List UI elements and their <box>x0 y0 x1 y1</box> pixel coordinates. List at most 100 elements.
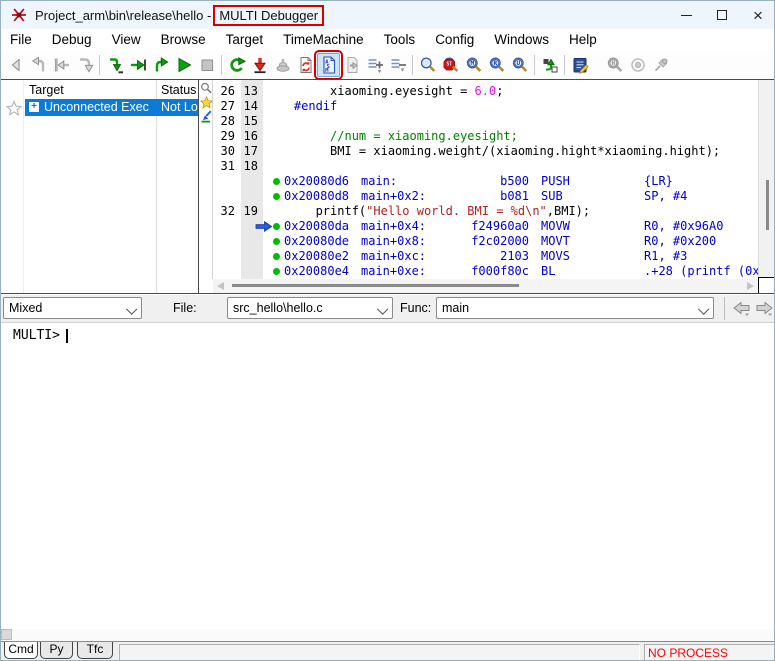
asm-address: 0x20080d8 <box>284 189 349 204</box>
asm-opcode: b081 <box>445 189 529 204</box>
go-button[interactable] <box>172 53 195 77</box>
command-console[interactable]: MULTI> <box>1 322 775 641</box>
restart-button[interactable] <box>225 53 248 77</box>
menu-windows[interactable]: Windows <box>484 29 559 51</box>
asm-line[interactable]: 0x20080e2main+0xc:2103MOVSR1, #3 <box>199 249 758 264</box>
pin-window-button <box>649 53 672 77</box>
source-line[interactable]: 2916 //num = xiaoming.eyesight; <box>199 129 758 144</box>
target-name: Unconnected Exec <box>44 100 149 114</box>
step-into-button[interactable] <box>103 53 126 77</box>
reload-program-button[interactable] <box>294 53 317 77</box>
vertical-scrollbar-thumb[interactable] <box>766 180 769 230</box>
profile-view-icon <box>629 56 647 74</box>
status-cell-process: NO PROCESS <box>644 644 775 661</box>
console-tab-cmd[interactable]: Cmd <box>4 642 38 659</box>
menu-browse[interactable]: Browse <box>151 29 216 51</box>
breakpoint-dot-icon[interactable] <box>273 178 280 185</box>
expand-blocks-button[interactable] <box>363 53 386 77</box>
asm-line[interactable]: 0x20080damain+0x4:f24960a0MOVWR0, #0x96A… <box>199 219 758 234</box>
navigate-back-button[interactable] <box>4 53 27 77</box>
asm-line[interactable]: 0x20080d6main:b500PUSH{LR} <box>199 174 758 189</box>
go-up-level-button[interactable] <box>27 53 50 77</box>
console-tab-py[interactable]: Py <box>40 642 73 659</box>
go-back-to-start-button[interactable] <box>50 53 73 77</box>
minimize-button[interactable] <box>668 1 704 29</box>
function-select[interactable]: main <box>436 297 714 319</box>
breakpoint-dot-icon[interactable] <box>273 193 280 200</box>
column-header-target[interactable]: Target <box>29 83 64 97</box>
download-button[interactable] <box>248 53 271 77</box>
window-title: Project_arm\bin\release\hello - <box>35 8 211 23</box>
asm-line[interactable]: 0x20080demain+0x8:f2c02000MOVTR0, #0x200 <box>199 234 758 249</box>
target-row[interactable]: + Unconnected Exec Not Loaded <box>1 99 198 116</box>
scrollbar-corner <box>758 277 775 293</box>
chevron-down-icon <box>126 304 137 315</box>
svg-text:M: M <box>470 60 474 67</box>
collapse-blocks-button[interactable] <box>386 53 409 77</box>
asm-opcode: f000f80c <box>445 264 529 279</box>
view-breakpoints-icon: ST <box>442 56 460 74</box>
console-scrollbar[interactable] <box>1 629 775 641</box>
edit-notes-button[interactable] <box>568 53 591 77</box>
history-forward-button[interactable] <box>754 300 775 317</box>
asm-line[interactable]: 0x20080e4main+0xe:f000f80cBL.+28 (printf… <box>199 264 758 279</box>
asm-label: main+0xe: <box>361 264 426 279</box>
asm-operands: R0, #0x200 <box>644 234 716 249</box>
view-breakpoints-button[interactable]: ST <box>439 53 462 77</box>
minimize-icon <box>681 15 692 16</box>
source-line[interactable]: 2714 #endif <box>199 99 758 114</box>
breakpoint-dot-icon[interactable] <box>273 223 280 230</box>
file-select[interactable]: src_hello\hello.c <box>227 297 393 319</box>
close-button[interactable]: × <box>740 1 775 29</box>
horizontal-scrollbar[interactable] <box>213 279 758 293</box>
console-tab-tfc[interactable]: Tfc <box>77 642 113 659</box>
column-header-status[interactable]: Status <box>161 83 196 97</box>
asm-operands: SP, #4 <box>644 189 687 204</box>
maximize-button[interactable] <box>704 1 740 29</box>
menu-target[interactable]: Target <box>216 29 274 51</box>
source-line[interactable]: 3219 printf("Hello world. BMI = %d\n",BM… <box>199 204 758 219</box>
target-row-selection[interactable]: + Unconnected Exec Not Loaded <box>25 99 198 116</box>
menu-timemachine[interactable]: TimeMachine <box>273 29 374 51</box>
target-list-panel[interactable]: Target Status + Unconnected Exec Not Loa… <box>1 80 199 293</box>
breakpoint-dot-icon[interactable] <box>273 268 280 275</box>
menu-tools[interactable]: Tools <box>374 29 426 51</box>
breakpoint-dot-icon[interactable] <box>273 238 280 245</box>
source-line[interactable]: 2613 xiaoming.eyesight = 6.0; <box>199 84 758 99</box>
asm-mnemonic: SUB <box>541 189 563 204</box>
source-line[interactable]: 3017 BMI = xiaoming.weight/(xiaoming.hig… <box>199 144 758 159</box>
source-line[interactable]: 3118 <box>199 159 758 174</box>
menu-file[interactable]: File <box>1 29 42 51</box>
view-memory-icon: M <box>465 56 483 74</box>
status-cell-empty <box>119 644 640 661</box>
menu-debug[interactable]: Debug <box>42 29 102 51</box>
scroll-right-icon[interactable] <box>747 282 754 290</box>
scrollbar-nub[interactable] <box>1 629 12 640</box>
source-line[interactable]: 2815 <box>199 114 758 129</box>
asm-line[interactable]: 0x20080d8main+0x2:b081SUBSP, #4 <box>199 189 758 204</box>
menu-config[interactable]: Config <box>425 29 484 51</box>
switch-target-window-icon <box>541 56 559 74</box>
go-down-level-button[interactable] <box>73 53 96 77</box>
assembly-mode-button[interactable]: ASM <box>317 53 340 77</box>
toolbar-separator <box>221 55 222 75</box>
menu-view[interactable]: View <box>102 29 151 51</box>
scroll-left-icon[interactable] <box>217 282 224 290</box>
vertical-scrollbar[interactable] <box>758 80 775 279</box>
view-memory-button[interactable]: M <box>462 53 485 77</box>
command-prompt-line[interactable]: MULTI> <box>13 328 68 343</box>
breakpoint-dot-icon[interactable] <box>273 253 280 260</box>
history-back-button[interactable] <box>731 300 752 317</box>
view-browser-button[interactable] <box>416 53 439 77</box>
favorite-star-icon[interactable] <box>6 100 22 116</box>
menu-help[interactable]: Help <box>559 29 607 51</box>
switch-target-window-button[interactable] <box>538 53 561 77</box>
view-registers-button[interactable]: R <box>485 53 508 77</box>
step-over-button[interactable] <box>126 53 149 77</box>
step-out-button[interactable] <box>149 53 172 77</box>
view-mode-select[interactable]: Mixed <box>3 297 142 319</box>
view-io-button[interactable]: U <box>508 53 531 77</box>
expand-tree-icon[interactable]: + <box>29 102 39 112</box>
asm-address: 0x20080de <box>284 234 349 249</box>
horizontal-scrollbar-thumb[interactable] <box>232 284 519 287</box>
